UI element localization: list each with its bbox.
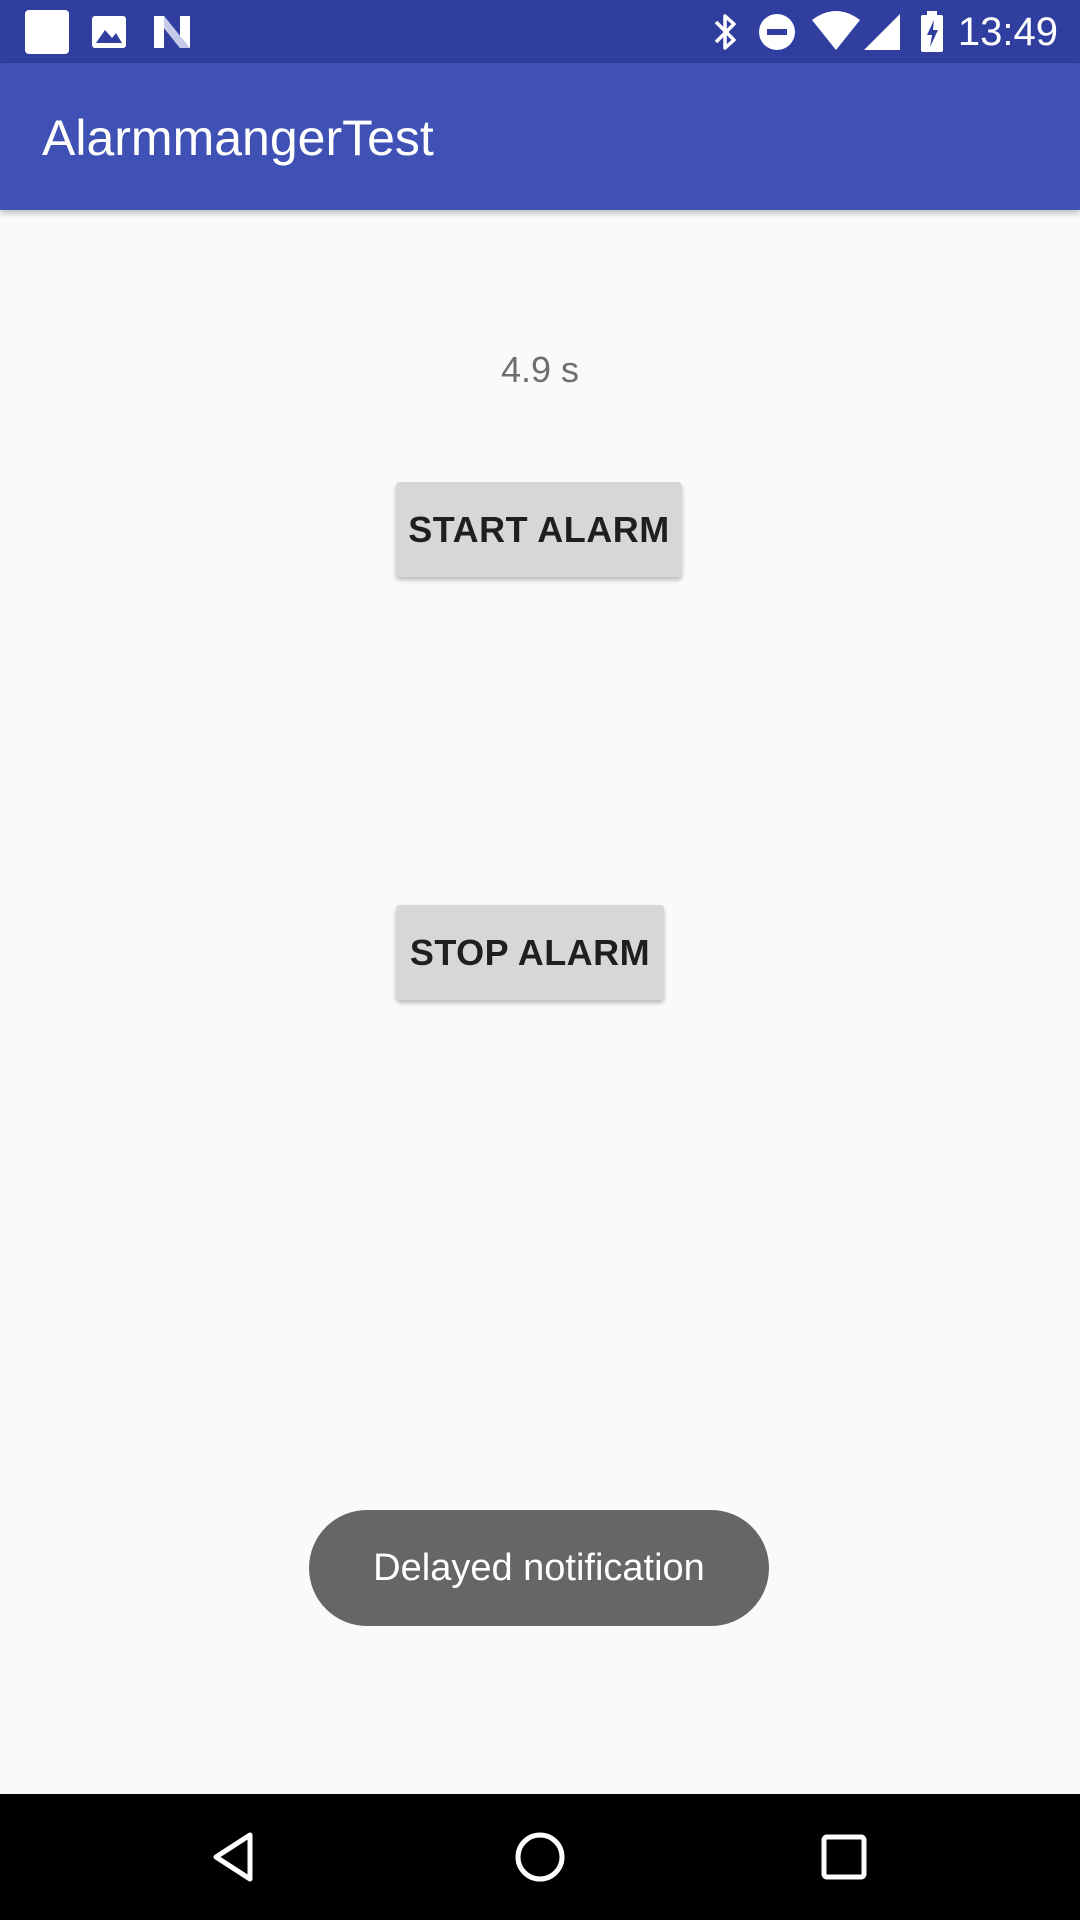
home-button[interactable] [470,1794,610,1920]
n-logo-icon [150,10,194,59]
cell-signal-icon [862,10,902,59]
image-icon [90,10,130,59]
timer-text: 4.9 s [500,349,580,390]
status-bar: 13:49 [0,0,1080,63]
stop-alarm-button[interactable]: STOP ALARM [396,905,664,1000]
start-alarm-button[interactable]: START ALARM [396,482,682,577]
status-time: 13:49 [957,10,1058,54]
bluetooth-icon [710,10,740,59]
notification-square-icon [25,10,69,54]
battery-charging-icon [918,10,948,59]
home-icon [515,1832,565,1882]
back-icon [213,1832,253,1882]
wifi-icon [810,10,862,59]
app-title: AlarmmangerTest [42,110,434,166]
recents-icon [821,1834,867,1880]
toast-message: Delayed notification [309,1510,769,1626]
recents-button[interactable] [774,1794,914,1920]
app-bar: AlarmmangerTest [0,63,1080,210]
do-not-disturb-icon [756,10,798,59]
navigation-bar [0,1794,1080,1920]
back-button[interactable] [166,1794,306,1920]
